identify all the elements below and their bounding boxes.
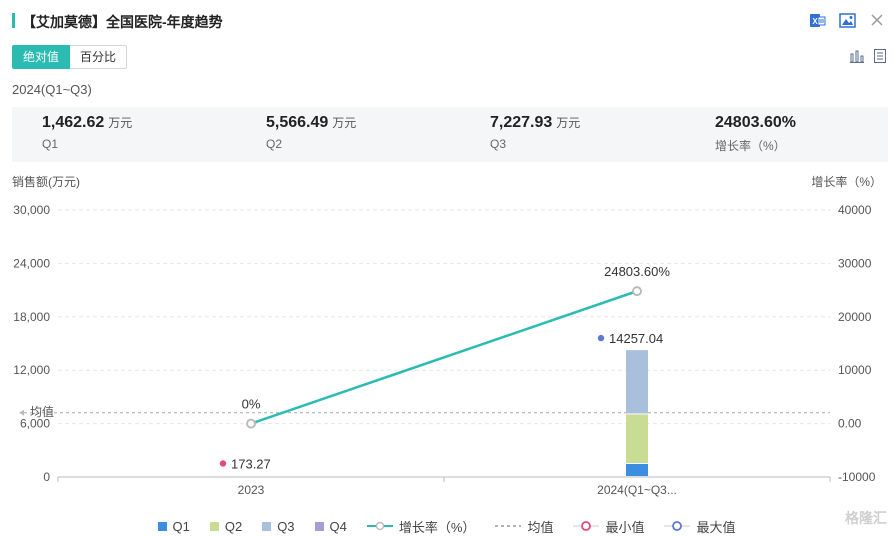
legend-symbol — [366, 521, 393, 531]
max-value-label: 14257.04 — [609, 331, 663, 346]
y-tick-right: 20000 — [838, 310, 872, 324]
watermark-logo: 格隆汇 — [845, 510, 887, 526]
growth-line — [250, 289, 638, 425]
legend-label: 最大值 — [696, 519, 736, 535]
growth-point — [246, 418, 256, 429]
legend-label: Q4 — [329, 518, 347, 534]
legend-swatch — [314, 521, 324, 531]
chart-legend: Q1 Q2 Q3 Q4 增长率（%） 均值 最小值 最大值 — [0, 517, 893, 535]
growth-data-label: 24803.60% — [604, 264, 670, 279]
legend-symbol — [573, 521, 600, 531]
min-marker — [219, 460, 227, 467]
legend-label: 均值 — [527, 519, 554, 535]
y-tick-left: 24,000 — [13, 256, 50, 270]
legend-item[interactable]: 均值 — [495, 517, 553, 536]
legend-item[interactable]: Q1 — [157, 518, 190, 534]
legend-label: 最小值 — [605, 519, 645, 535]
legend-item[interactable]: 最大值 — [664, 517, 735, 536]
y-axis-left-title: 销售额(万元) — [12, 174, 80, 189]
legend-item[interactable]: Q2 — [209, 518, 243, 534]
legend-label: Q1 — [172, 518, 190, 534]
legend-swatch — [262, 521, 272, 531]
legend-item[interactable]: Q4 — [314, 518, 347, 534]
bar-q3 — [626, 350, 648, 414]
growth-data-label: 0% — [242, 397, 261, 412]
x-tick-label: 2024(Q1~Q3... — [597, 483, 677, 497]
y-tick-left: 12,000 — [13, 363, 50, 377]
y-tick-right: 10000 — [838, 363, 872, 377]
legend-label: Q3 — [277, 518, 295, 534]
legend-label: 增长率（%） — [398, 519, 476, 535]
x-tick-label: 2023 — [238, 483, 265, 497]
growth-point — [632, 286, 642, 297]
y-tick-left: 0 — [43, 470, 50, 484]
bar-q1 — [626, 463, 648, 476]
legend-item[interactable]: 增长率（%） — [366, 517, 476, 536]
legend-symbol — [664, 521, 691, 531]
legend-label: Q2 — [224, 518, 243, 534]
legend-swatch — [157, 521, 167, 531]
y-tick-left: 18,000 — [13, 310, 50, 324]
legend-item[interactable]: Q3 — [262, 518, 295, 534]
max-marker — [597, 334, 605, 342]
average-label: 均值 — [30, 404, 54, 419]
legend-item[interactable]: 最小值 — [573, 517, 644, 536]
average-marker — [19, 409, 24, 416]
legend-swatch — [209, 521, 219, 531]
legend-symbol — [495, 525, 522, 527]
sales-trend-chart: 销售额(万元) 增长率（%） 30,000 40000 24,000 30000 18,00… — [12, 174, 882, 497]
y-tick-right: -10000 — [838, 470, 876, 484]
y-axis-right-title: 增长率（%） — [811, 174, 882, 189]
y-tick-right: 40000 — [838, 203, 872, 217]
y-tick-right: 30000 — [838, 256, 872, 270]
bar-q2 — [626, 414, 648, 463]
y-tick-left: 30,000 — [13, 203, 50, 217]
min-value-label: 173.27 — [231, 456, 271, 471]
y-tick-right: 0.00 — [838, 417, 862, 431]
